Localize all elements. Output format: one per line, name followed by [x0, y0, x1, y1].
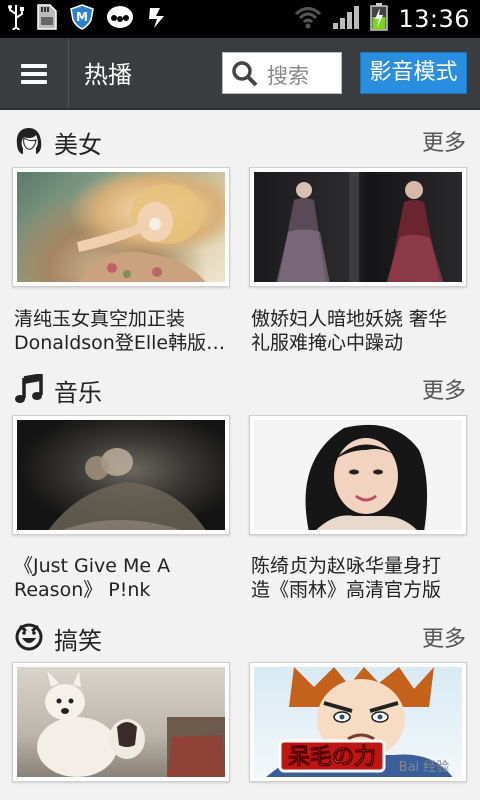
video-caption[interactable]: 陈绮贞为赵咏华量身打 造《雨林》高清官方版 [251, 554, 473, 602]
status-clock: 13:36 [398, 5, 470, 33]
security-shield-icon: M [70, 4, 94, 34]
menu-button[interactable] [0, 38, 69, 108]
wifi-icon [294, 5, 322, 33]
video-thumbnail[interactable] [12, 167, 230, 287]
funny-face-icon [14, 622, 44, 656]
more-link[interactable]: 更多 [422, 125, 466, 157]
video-caption[interactable]: 《Just Give Me A Reason》 P!nk [14, 554, 236, 602]
search-input[interactable]: 搜索 [222, 52, 342, 94]
thumbnail-image [254, 420, 462, 530]
search-placeholder: 搜索 [267, 64, 309, 88]
section-title: 音乐 [54, 379, 102, 407]
battery-charging-icon [370, 3, 389, 35]
top-app-bar: 热播 搜索 影音模式 [0, 38, 480, 110]
thumbnail-image [17, 172, 225, 282]
sync-icon [146, 4, 168, 34]
video-thumbnail[interactable] [12, 662, 230, 782]
usb-icon [8, 4, 24, 35]
thumbnail-image [17, 420, 225, 530]
thumbnail-image [17, 667, 225, 777]
section-header-funny: 搞笑 更多 [0, 612, 480, 662]
video-caption[interactable]: 傲娇妇人暗地妖娆 奢华 礼服难掩心中躁动 [251, 307, 473, 355]
thumbnail-overlay-text: 呆毛の力 [287, 745, 376, 770]
video-thumbnail[interactable] [249, 167, 467, 287]
thumbnail-image: 呆毛の力 Bai 经验 [254, 667, 462, 777]
media-mode-button[interactable]: 影音模式 [360, 52, 467, 94]
section-header-music: 音乐 更多 [0, 364, 480, 414]
video-caption[interactable]: 清纯玉女真空加正装 Donaldson登Elle韩版… [14, 307, 236, 355]
signal-icon [332, 4, 360, 34]
music-note-icon [14, 372, 44, 408]
pea-app-icon [106, 4, 134, 34]
page-title: 热播 [84, 61, 132, 89]
watermark-text: Bai 经验 [399, 759, 450, 775]
hamburger-icon-bar [21, 80, 47, 84]
video-thumbnail[interactable] [249, 415, 467, 535]
video-thumbnail[interactable]: 呆毛の力 Bai 经验 [249, 662, 467, 782]
status-bar: M 13:36 [0, 0, 480, 38]
section-header-beauty: 美女 更多 [0, 116, 480, 166]
more-link[interactable]: 更多 [422, 373, 466, 405]
hamburger-icon [21, 64, 47, 68]
hamburger-icon-bar [21, 72, 47, 76]
sd-card-icon [36, 3, 58, 35]
thumbnail-image [254, 172, 462, 282]
video-thumbnail[interactable] [12, 415, 230, 535]
search-icon [232, 61, 258, 87]
beauty-face-icon [14, 126, 44, 160]
svg-text:M: M [76, 10, 88, 24]
section-title: 美女 [54, 131, 102, 159]
more-link[interactable]: 更多 [422, 621, 466, 653]
section-title: 搞笑 [54, 627, 102, 655]
